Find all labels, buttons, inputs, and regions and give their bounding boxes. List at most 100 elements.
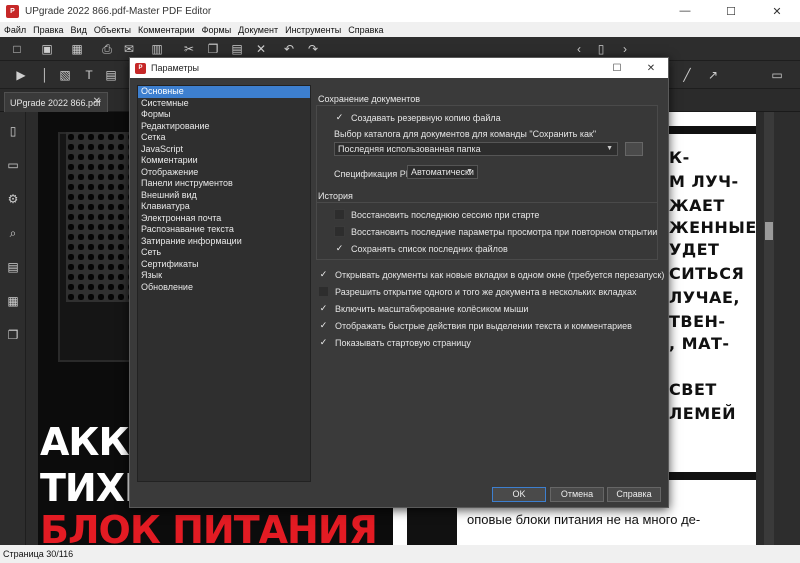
edit-object-icon[interactable]: ▧ bbox=[58, 68, 72, 82]
arrow-line-icon[interactable]: ↗ bbox=[706, 68, 720, 82]
copy-pages-icon[interactable]: ❐ bbox=[6, 328, 20, 342]
redo-icon[interactable]: ↷ bbox=[306, 42, 320, 56]
maximize-button[interactable]: ☐ bbox=[708, 0, 754, 22]
text-select-icon[interactable]: │ bbox=[38, 68, 52, 82]
category-general[interactable]: Основные bbox=[138, 86, 310, 98]
category-grid[interactable]: Сетка bbox=[138, 132, 310, 144]
article-line: УДЕТ bbox=[669, 240, 720, 259]
open-folder-icon[interactable]: ▣ bbox=[40, 42, 54, 56]
document-tab-label: UPgrade 2022 866.pdf bbox=[10, 97, 101, 108]
restore-view-option[interactable]: Восстановить последние параметры просмот… bbox=[334, 226, 657, 237]
menu-objects[interactable]: Объекты bbox=[94, 25, 131, 35]
category-ocr[interactable]: Распознавание текста bbox=[138, 224, 310, 236]
category-system[interactable]: Системные bbox=[138, 98, 310, 110]
category-network[interactable]: Сеть bbox=[138, 247, 310, 259]
new-tabs-option[interactable]: ✓ Открывать документы как новые вкладки … bbox=[318, 269, 665, 280]
save-icon[interactable]: ▦ bbox=[70, 42, 84, 56]
draw-line-icon[interactable]: ╱ bbox=[680, 68, 694, 82]
close-window-button[interactable]: ✕ bbox=[754, 0, 800, 22]
save-section-header: Сохранение документов bbox=[318, 94, 421, 104]
multi-open-option[interactable]: Разрешить открытие одного и того же доку… bbox=[318, 286, 636, 297]
menu-document[interactable]: Документ bbox=[238, 25, 278, 35]
category-update[interactable]: Обновление bbox=[138, 282, 310, 294]
paste-icon[interactable]: ▤ bbox=[230, 42, 244, 56]
back-icon[interactable]: ‹ bbox=[572, 42, 586, 56]
bookmarks-icon[interactable]: ▭ bbox=[6, 158, 20, 172]
category-keyboard[interactable]: Клавиатура bbox=[138, 201, 310, 213]
wheel-zoom-option[interactable]: ✓ Включить масштабирование колёсиком мыш… bbox=[318, 303, 529, 314]
document-tab[interactable]: UPgrade 2022 866.pdf ✕ bbox=[4, 92, 108, 112]
print-icon[interactable]: ⎙ bbox=[100, 42, 114, 56]
category-javascript[interactable]: JavaScript bbox=[138, 144, 310, 156]
category-editing[interactable]: Редактирование bbox=[138, 121, 310, 133]
bookmark-icon[interactable]: ▯ bbox=[594, 42, 608, 56]
minimize-button[interactable]: — bbox=[662, 0, 708, 22]
help-button[interactable]: Справка bbox=[607, 487, 661, 502]
multi-open-label: Разрешить открытие одного и того же доку… bbox=[335, 286, 637, 297]
checkbox-checked-icon[interactable]: ✓ bbox=[334, 112, 345, 123]
dialog-app-icon: P bbox=[135, 62, 146, 74]
dialog-close-button[interactable]: ✕ bbox=[634, 63, 668, 74]
vertical-scrollbar[interactable] bbox=[764, 112, 774, 545]
backup-option-label: Создавать резервную копию файла bbox=[351, 112, 501, 123]
save-folder-select[interactable]: Последняя использованная папка ▼ bbox=[334, 142, 618, 156]
category-appearance[interactable]: Внешний вид bbox=[138, 190, 310, 202]
save-recent-option[interactable]: ✓ Сохранять список последних файлов bbox=[334, 243, 508, 254]
checkbox-checked-icon[interactable]: ✓ bbox=[318, 303, 329, 314]
cancel-button[interactable]: Отмена bbox=[550, 487, 604, 502]
checkbox-checked-icon[interactable]: ✓ bbox=[318, 337, 329, 348]
copy-icon[interactable]: ❐ bbox=[206, 42, 220, 56]
category-toolbars[interactable]: Панели инструментов bbox=[138, 178, 310, 190]
checkbox-unchecked-icon[interactable] bbox=[334, 226, 345, 237]
menu-file[interactable]: Файл bbox=[4, 25, 26, 35]
pages-icon[interactable]: ▯ bbox=[6, 124, 20, 138]
category-email[interactable]: Электронная почта bbox=[138, 213, 310, 225]
browse-folder-button[interactable] bbox=[625, 142, 643, 156]
ok-button[interactable]: OK bbox=[492, 487, 546, 502]
delete-icon[interactable]: ✕ bbox=[254, 42, 268, 56]
forward-icon[interactable]: › bbox=[618, 42, 632, 56]
menu-forms[interactable]: Формы bbox=[202, 25, 232, 35]
pdf-spec-value: Автоматически bbox=[411, 167, 474, 177]
close-tab-icon[interactable]: ✕ bbox=[93, 96, 101, 107]
backup-option[interactable]: ✓ Создавать резервную копию файла bbox=[334, 112, 501, 123]
category-forms[interactable]: Формы bbox=[138, 109, 310, 121]
new-document-icon[interactable]: □ bbox=[10, 42, 24, 56]
select-arrow-icon[interactable]: ▶ bbox=[14, 68, 28, 82]
category-language[interactable]: Язык bbox=[138, 270, 310, 282]
category-display[interactable]: Отображение bbox=[138, 167, 310, 179]
start-page-label: Показывать стартовую страницу bbox=[335, 337, 471, 348]
menu-edit[interactable]: Правка bbox=[33, 25, 63, 35]
menu-comments[interactable]: Комментарии bbox=[138, 25, 195, 35]
email-icon[interactable]: ✉ bbox=[122, 42, 136, 56]
scan-icon[interactable]: ▥ bbox=[150, 42, 164, 56]
category-certificates[interactable]: Сертификаты bbox=[138, 259, 310, 271]
category-redaction[interactable]: Затирание информации bbox=[138, 236, 310, 248]
form-field-icon[interactable]: ▤ bbox=[104, 68, 118, 82]
menu-tools[interactable]: Инструменты bbox=[285, 25, 341, 35]
checkbox-checked-icon[interactable]: ✓ bbox=[318, 269, 329, 280]
signatures-icon[interactable]: ▦ bbox=[6, 294, 20, 308]
layers-icon[interactable]: ▤ bbox=[6, 260, 20, 274]
checkbox-unchecked-icon[interactable] bbox=[334, 209, 345, 220]
edit-text-icon[interactable]: T bbox=[82, 68, 96, 82]
menu-help[interactable]: Справка bbox=[348, 25, 383, 35]
menu-view[interactable]: Вид bbox=[71, 25, 87, 35]
scrollbar-thumb[interactable] bbox=[765, 222, 773, 240]
start-page-option[interactable]: ✓ Показывать стартовую страницу bbox=[318, 337, 471, 348]
eraser-icon[interactable]: ▭ bbox=[770, 68, 784, 82]
status-bar: Страница 30/116 bbox=[0, 545, 800, 563]
article-line: СВЕТ bbox=[669, 380, 717, 399]
checkbox-unchecked-icon[interactable] bbox=[318, 286, 329, 297]
checkbox-checked-icon[interactable]: ✓ bbox=[334, 243, 345, 254]
quick-actions-option[interactable]: ✓ Отображать быстрые действия при выделе… bbox=[318, 320, 632, 331]
search-panel-icon[interactable]: ⌕ bbox=[6, 226, 20, 240]
undo-icon[interactable]: ↶ bbox=[282, 42, 296, 56]
cut-icon[interactable]: ✂ bbox=[182, 42, 196, 56]
attachments-icon[interactable]: ⚙ bbox=[6, 192, 20, 206]
dialog-maximize-button[interactable]: ☐ bbox=[600, 63, 634, 74]
checkbox-checked-icon[interactable]: ✓ bbox=[318, 320, 329, 331]
restore-session-option[interactable]: Восстановить последнюю сессию при старте bbox=[334, 209, 539, 220]
category-comments[interactable]: Комментарии bbox=[138, 155, 310, 167]
pdf-spec-select[interactable]: Автоматически ▼ bbox=[407, 165, 478, 179]
